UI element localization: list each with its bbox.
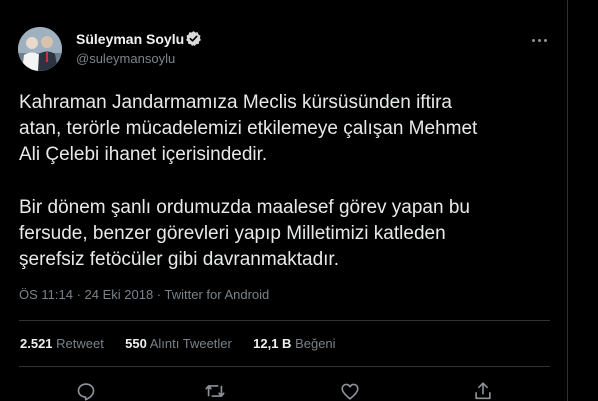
heart-icon[interactable] (339, 380, 361, 401)
username[interactable]: @suleymansoylu (76, 51, 175, 66)
divider (19, 320, 550, 321)
retweet-count-value: 2.521 (20, 336, 53, 351)
like-count-value: 12,1 B (253, 336, 292, 351)
reply-icon[interactable] (75, 380, 97, 401)
like-count-label: Beğeni (295, 336, 336, 351)
more-dot-icon (537, 38, 541, 42)
engagement-stats: 2.521 Retweet 550 Alıntı Tweetler 12,1 B… (20, 336, 336, 351)
more-dot-icon (543, 38, 547, 42)
tweet-text-line: Kahraman Jandarmamıza Meclis kürsüsünden… (19, 92, 452, 113)
tweet-text-line: şerefsiz fetöcüler gibi davranmaktadır. (19, 249, 339, 270)
tweet-text-line: atan, terörle mücadelemizi etkilemeye ça… (19, 118, 478, 139)
quote-count[interactable]: 550 Alıntı Tweetler (125, 336, 232, 351)
avatar[interactable] (18, 27, 62, 71)
verified-badge-icon (186, 31, 201, 46)
tweet-text-paragraph: Kahraman Jandarmamıza Meclis kürsüsünden… (19, 90, 477, 168)
retweet-count[interactable]: 2.521 Retweet (20, 336, 104, 351)
retweet-icon[interactable] (204, 380, 226, 401)
quote-count-label: Alıntı Tweetler (149, 336, 232, 351)
more-options-icon[interactable] (527, 30, 551, 50)
scrollbar-track (568, 0, 598, 401)
quote-count-value: 550 (125, 336, 147, 351)
tweet-text-line: fersude, benzer görevleri yapıp Milletim… (19, 223, 446, 244)
tweet-timestamp-source[interactable]: ÖS 11:14 · 24 Eki 2018 · Twitter for And… (19, 287, 269, 302)
more-dot-icon (531, 38, 535, 42)
share-icon[interactable] (472, 380, 494, 401)
retweet-count-label: Retweet (56, 336, 104, 351)
like-count[interactable]: 12,1 B Beğeni (253, 336, 335, 351)
divider (19, 366, 550, 367)
display-name[interactable]: Süleyman Soylu (76, 31, 184, 47)
tweet-card: Süleyman Soylu @suleymansoylu Kahraman J… (0, 0, 568, 401)
tweet-text-paragraph: Bir dönem şanlı ordumuzda maalesef görev… (19, 195, 470, 273)
tweet-text-line: Bir dönem şanlı ordumuzda maalesef görev… (19, 197, 470, 218)
tweet-text-line: Ali Çelebi ihanet içerisindedir. (19, 144, 268, 165)
